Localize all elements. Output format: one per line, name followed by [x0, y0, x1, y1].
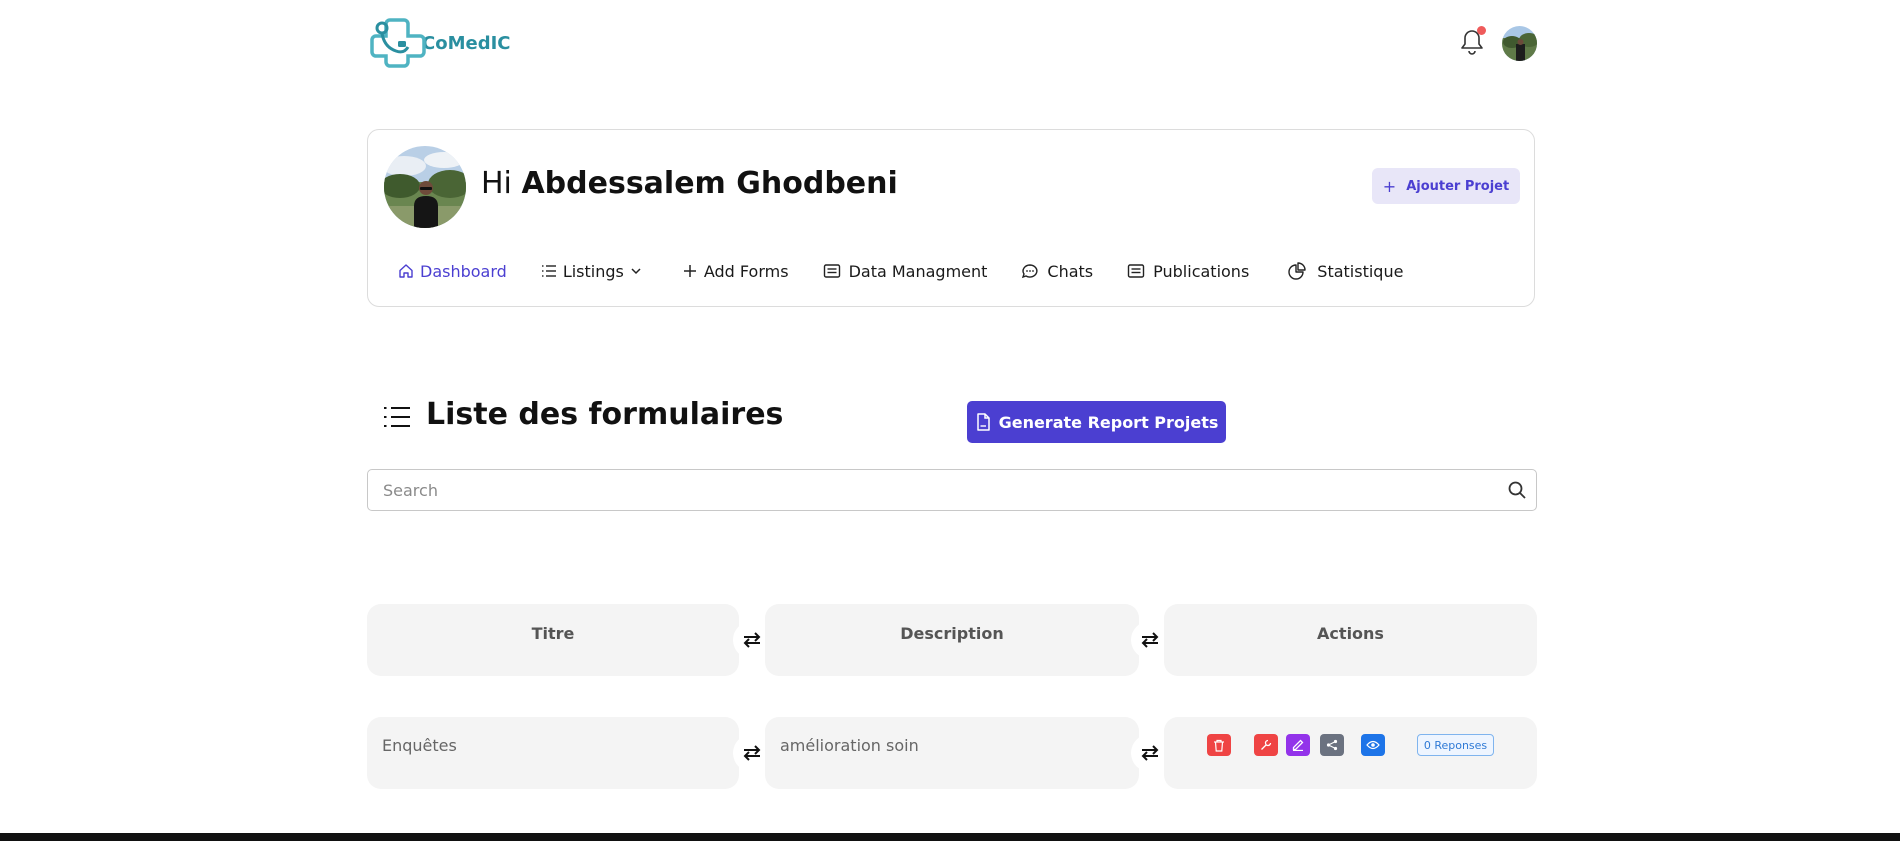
table-cell-description: amélioration soin: [765, 717, 1139, 789]
file-report-icon: [976, 413, 990, 431]
list-icon: [541, 265, 556, 277]
add-project-button[interactable]: + Ajouter Projet: [1372, 168, 1520, 204]
edit-tool-button[interactable]: [1254, 734, 1278, 756]
column-header-label: Description: [900, 624, 1004, 643]
share-icon: [1326, 739, 1338, 751]
table-cell-titre: Enquêtes: [367, 717, 739, 789]
home-icon: [399, 264, 413, 278]
notification-dot: [1477, 26, 1486, 35]
greeting-word: Hi: [481, 166, 512, 201]
nav-item-chats[interactable]: Chats: [1021, 262, 1093, 281]
report-button-label: Generate Report Projets: [998, 412, 1219, 432]
nav-label: Statistique: [1317, 261, 1404, 281]
nav-item-listings[interactable]: Listings: [541, 262, 648, 281]
column-header-titre[interactable]: Titre: [367, 604, 739, 676]
nav-label: Add Forms: [703, 261, 789, 281]
plus-icon: [683, 265, 696, 277]
nav-item-dashboard[interactable]: Dashboard: [398, 262, 507, 281]
nav-label: Listings: [562, 261, 624, 281]
plus-icon: +: [1382, 176, 1397, 196]
pie-chart-icon: [1288, 262, 1306, 280]
add-project-label: Ajouter Projet: [1406, 178, 1510, 194]
nav-item-publications[interactable]: Publications: [1127, 262, 1249, 281]
pencil-icon: [1292, 739, 1304, 751]
document-icon: [823, 264, 840, 278]
form-title: Enquêtes: [382, 736, 457, 755]
greeting-text: Hi Abdessalem Ghodbeni: [481, 166, 898, 201]
nav-label: Publications: [1153, 261, 1250, 281]
document-icon: [1127, 264, 1145, 278]
tool-icon: [1261, 739, 1272, 750]
profile-avatar: [384, 146, 466, 228]
bottom-bar: [0, 833, 1900, 841]
list-icon: [383, 404, 411, 430]
nav-label: Data Managment: [848, 261, 988, 281]
nav-label: Dashboard: [420, 261, 507, 281]
chat-icon: [1022, 264, 1038, 279]
trash-icon: [1214, 739, 1224, 752]
eye-icon: [1366, 740, 1380, 750]
profile-nav: Dashboard Listings Add Forms Data Managm…: [398, 259, 1403, 283]
nav-item-add-forms[interactable]: Add Forms: [682, 262, 789, 281]
generate-report-button[interactable]: Generate Report Projets: [967, 401, 1226, 443]
notification-bell-icon[interactable]: [1460, 26, 1486, 56]
medical-cross-logo-icon: [368, 14, 426, 72]
search-bar: [367, 469, 1537, 511]
column-header-description[interactable]: Description: [765, 604, 1139, 676]
form-description: amélioration soin: [780, 736, 919, 755]
user-avatar[interactable]: [1502, 26, 1537, 61]
column-header-label: Actions: [1317, 624, 1384, 643]
share-button[interactable]: [1320, 734, 1344, 756]
edit-button[interactable]: [1286, 734, 1310, 756]
logo-text: CoMedIC: [422, 32, 511, 54]
responses-badge[interactable]: 0 Reponses: [1417, 734, 1494, 756]
column-header-label: Titre: [531, 624, 575, 643]
search-input[interactable]: [368, 470, 1485, 510]
user-name: Abdessalem Ghodbeni: [521, 166, 898, 201]
view-button[interactable]: [1361, 734, 1385, 756]
app-logo[interactable]: CoMedIC: [368, 14, 511, 72]
nav-label: Chats: [1047, 261, 1094, 281]
search-icon[interactable]: [1508, 481, 1526, 499]
column-header-actions[interactable]: Actions: [1164, 604, 1537, 676]
section-title: Liste des formulaires: [426, 397, 784, 432]
chevron-down-icon: [631, 268, 641, 275]
responses-count: 0 Reponses: [1423, 738, 1488, 752]
nav-item-statistique[interactable]: Statistique: [1287, 262, 1403, 281]
delete-button[interactable]: [1207, 734, 1231, 756]
nav-item-data-managment[interactable]: Data Managment: [823, 261, 988, 281]
